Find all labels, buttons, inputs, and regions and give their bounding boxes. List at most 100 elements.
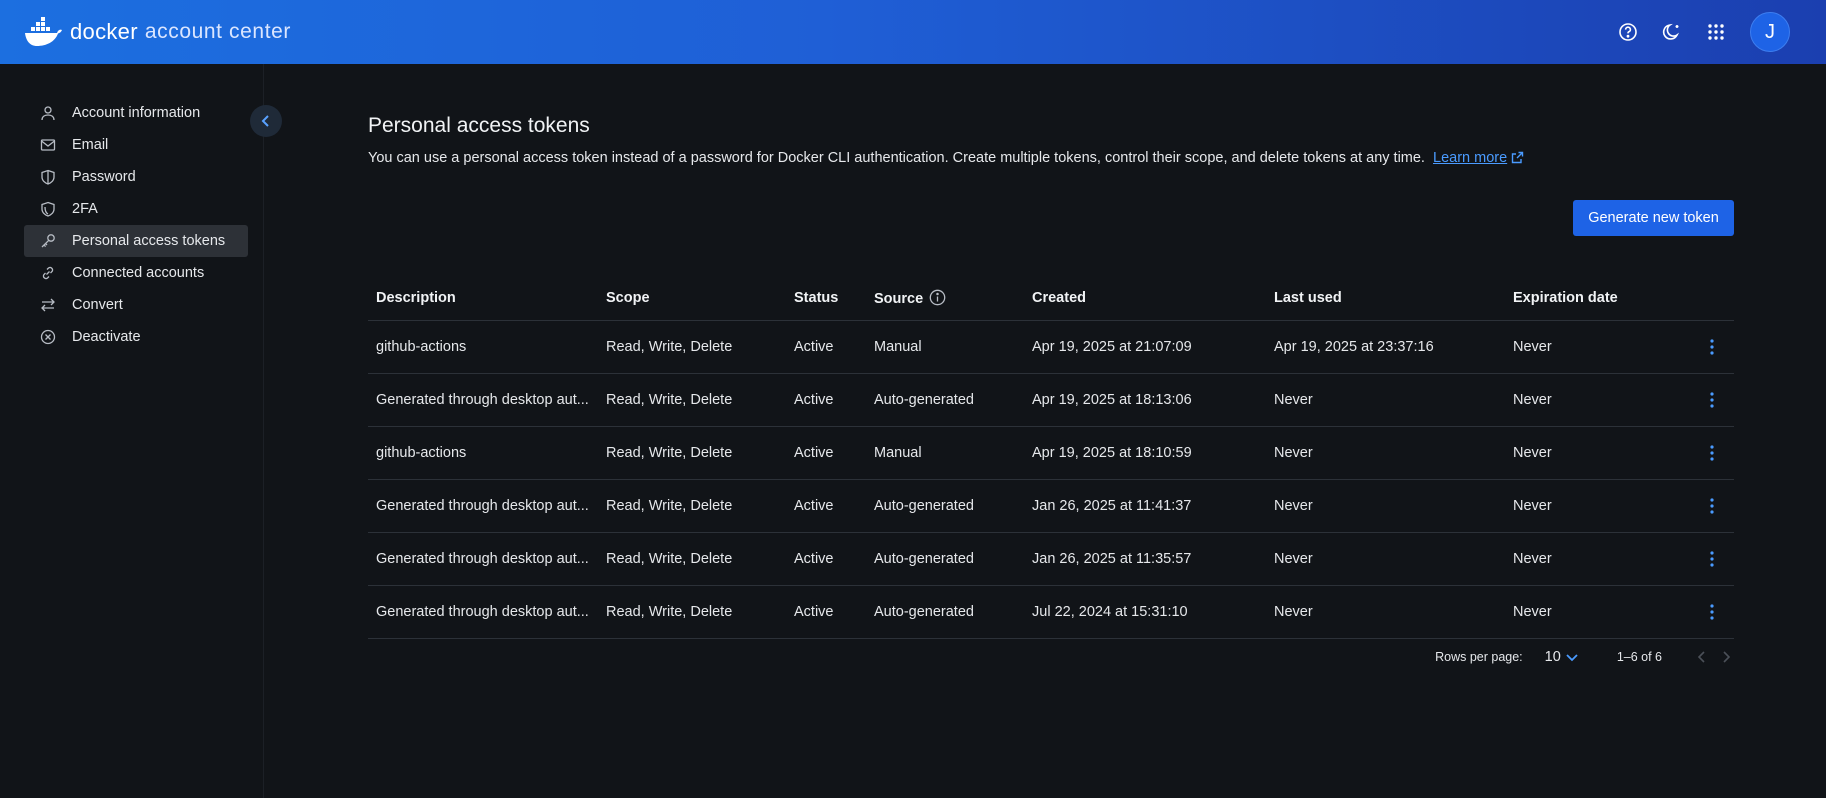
token-scope: Read, Write, Delete — [598, 426, 786, 480]
token-source: Manual — [866, 320, 1024, 374]
sidebar-item-label: Connected accounts — [72, 265, 205, 281]
apps-grid-icon[interactable] — [1704, 20, 1728, 44]
row-actions-cell — [1686, 320, 1734, 374]
table-row: Generated through desktop aut... Read, W… — [368, 373, 1734, 427]
token-last-used: Never — [1266, 426, 1505, 480]
chevron-down-icon — [1566, 654, 1578, 662]
page-title: Personal access tokens — [368, 114, 590, 137]
rows-per-page-value: 10 — [1544, 649, 1561, 665]
sidebar-item-connected-accounts[interactable]: Connected accounts — [24, 257, 248, 289]
token-status: Active — [786, 532, 866, 586]
sidebar-item-deactivate[interactable]: Deactivate — [24, 321, 248, 353]
token-source: Auto-generated — [866, 479, 1024, 533]
sidebar-item-2fa[interactable]: 2FA — [24, 193, 248, 225]
row-actions-cell — [1686, 532, 1734, 586]
token-created: Jul 22, 2024 at 15:31:10 — [1024, 585, 1266, 639]
row-actions-cell — [1686, 426, 1734, 480]
shield-check-icon — [40, 201, 56, 217]
column-header-last-used: Last used — [1266, 276, 1505, 321]
docker-whale-icon — [25, 17, 62, 46]
sidebar-item-label: Account information — [72, 105, 201, 121]
more-vertical-icon[interactable] — [1700, 441, 1724, 465]
external-link-icon — [1511, 151, 1524, 164]
brand-subtitle: account center — [144, 20, 291, 43]
avatar[interactable]: J — [1750, 12, 1790, 52]
shield-icon — [40, 169, 56, 185]
sidebar-nav: Account information Email Password 2FA P… — [24, 97, 248, 353]
more-vertical-icon[interactable] — [1700, 335, 1724, 359]
sidebar-item-label: Email — [72, 137, 109, 153]
previous-page-icon[interactable] — [1694, 649, 1710, 665]
user-icon — [40, 105, 56, 121]
learn-more-link[interactable]: Learn more — [1433, 150, 1507, 166]
token-created: Apr 19, 2025 at 18:13:06 — [1024, 373, 1266, 427]
token-expiration: Never — [1505, 373, 1686, 427]
sidebar-item-convert[interactable]: Convert — [24, 289, 248, 321]
row-actions-cell — [1686, 479, 1734, 533]
token-status: Active — [786, 479, 866, 533]
sidebar-item-label: Convert — [72, 297, 123, 313]
token-description: Generated through desktop aut... — [368, 532, 598, 586]
token-created: Apr 19, 2025 at 21:07:09 — [1024, 320, 1266, 374]
table-row: Generated through desktop aut... Read, W… — [368, 479, 1734, 533]
sidebar-item-email[interactable]: Email — [24, 129, 248, 161]
token-source: Auto-generated — [866, 532, 1024, 586]
token-description: Generated through desktop aut... — [368, 479, 598, 533]
token-scope: Read, Write, Delete — [598, 320, 786, 374]
more-vertical-icon[interactable] — [1700, 494, 1724, 518]
token-description: github-actions — [368, 320, 598, 374]
info-icon[interactable] — [929, 289, 946, 306]
table-row: Generated through desktop aut... Read, W… — [368, 532, 1734, 586]
token-expiration: Never — [1505, 426, 1686, 480]
mail-icon — [40, 137, 56, 153]
more-vertical-icon[interactable] — [1700, 388, 1724, 412]
link-icon — [40, 265, 56, 281]
token-last-used: Never — [1266, 479, 1505, 533]
brand-logo[interactable]: docker account center — [24, 17, 291, 47]
column-header-source-label: Source — [874, 290, 924, 307]
token-last-used: Never — [1266, 532, 1505, 586]
pagination-range: 1–6 of 6 — [1616, 650, 1662, 664]
rows-per-page-select[interactable]: 10 — [1545, 649, 1579, 665]
token-last-used: Never — [1266, 585, 1505, 639]
table-header-row: Description Scope Status Source Created … — [368, 276, 1734, 321]
circle-x-icon — [40, 329, 56, 345]
column-header-source: Source — [866, 276, 1024, 321]
token-scope: Read, Write, Delete — [598, 479, 786, 533]
collapse-sidebar-button[interactable] — [250, 105, 282, 137]
token-status: Active — [786, 426, 866, 480]
token-status: Active — [786, 373, 866, 427]
key-icon — [40, 233, 56, 249]
generate-new-token-button[interactable]: Generate new token — [1573, 200, 1734, 236]
column-header-actions — [1686, 276, 1734, 321]
token-status: Active — [786, 320, 866, 374]
more-vertical-icon[interactable] — [1700, 600, 1724, 624]
token-source: Auto-generated — [866, 585, 1024, 639]
column-header-status: Status — [786, 276, 866, 321]
pagination: Rows per page: 10 1–6 of 6 — [1435, 642, 1734, 672]
token-created: Apr 19, 2025 at 18:10:59 — [1024, 426, 1266, 480]
next-page-icon[interactable] — [1718, 649, 1734, 665]
token-scope: Read, Write, Delete — [598, 532, 786, 586]
sidebar-item-account-information[interactable]: Account information — [24, 97, 248, 129]
sidebar-item-personal-access-tokens[interactable]: Personal access tokens — [24, 225, 248, 257]
sidebar-item-password[interactable]: Password — [24, 161, 248, 193]
table-row: github-actions Read, Write, Delete Activ… — [368, 426, 1734, 480]
table-row: Generated through desktop aut... Read, W… — [368, 585, 1734, 639]
chevron-left-icon — [261, 115, 269, 127]
sidebar-item-label: 2FA — [72, 201, 98, 217]
theme-toggle-icon[interactable] — [1660, 20, 1684, 44]
token-expiration: Never — [1505, 585, 1686, 639]
more-vertical-icon[interactable] — [1700, 547, 1724, 571]
sidebar-item-label: Personal access tokens — [72, 233, 226, 249]
swap-icon — [40, 297, 56, 313]
token-source: Manual — [866, 426, 1024, 480]
row-actions-cell — [1686, 585, 1734, 639]
table-row: github-actions Read, Write, Delete Activ… — [368, 320, 1734, 374]
column-header-created: Created — [1024, 276, 1266, 321]
token-expiration: Never — [1505, 532, 1686, 586]
token-description: github-actions — [368, 426, 598, 480]
row-actions-cell — [1686, 373, 1734, 427]
main-content: Personal access tokens You can use a per… — [368, 64, 1734, 798]
help-icon[interactable] — [1616, 20, 1640, 44]
